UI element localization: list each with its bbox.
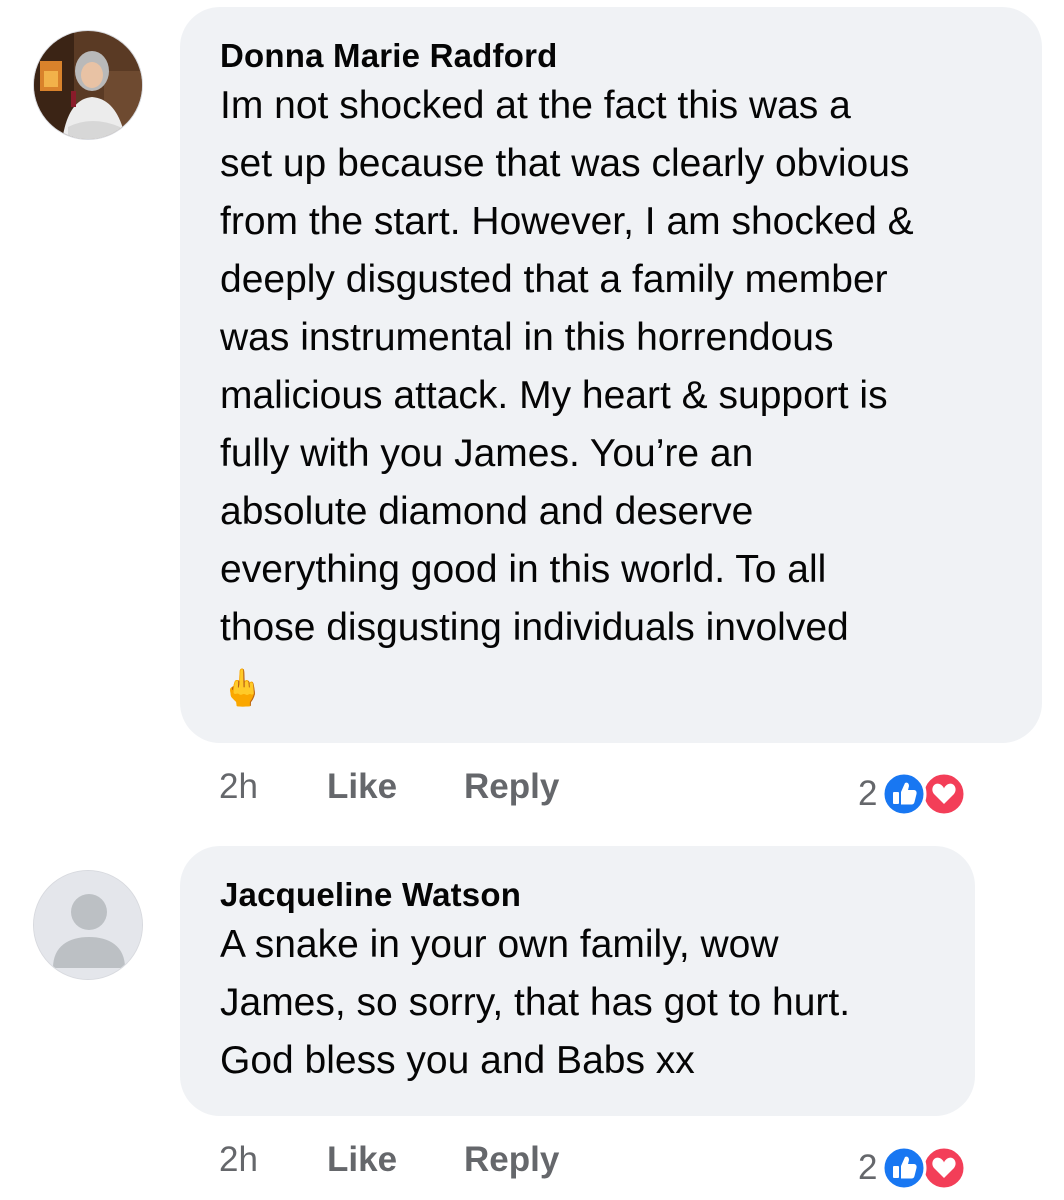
reaction-icons: [881, 1145, 973, 1191]
reaction-count: 2: [858, 774, 878, 813]
reaction-icons: [881, 771, 973, 817]
reactions-summary[interactable]: 2: [858, 769, 973, 819]
comment-text: A snake in your own family, wow James, s…: [220, 923, 851, 1082]
comment-timestamp[interactable]: 2h: [219, 767, 327, 807]
like-icon: [881, 1145, 927, 1191]
middle-finger-emoji: 🖕: [220, 667, 265, 708]
reply-button[interactable]: Reply: [464, 767, 559, 807]
profile-photo-icon: [34, 31, 142, 139]
love-icon: [921, 771, 967, 817]
comment-author[interactable]: Jacqueline Watson: [220, 876, 937, 914]
reply-button[interactable]: Reply: [464, 1140, 559, 1180]
default-avatar-icon: [34, 871, 142, 979]
comment-text: Im not shocked at the fact this was a se…: [220, 84, 914, 649]
avatar[interactable]: [33, 30, 143, 140]
reaction-count: 2: [858, 1148, 878, 1187]
love-icon: [921, 1145, 967, 1191]
reactions-summary[interactable]: 2: [858, 1143, 973, 1193]
comment-author[interactable]: Donna Marie Radford: [220, 37, 1004, 75]
comment-bubble: Jacqueline Watson A snake in your own fa…: [180, 846, 975, 1116]
comment-bubble: Donna Marie Radford Im not shocked at th…: [180, 7, 1042, 743]
avatar[interactable]: [33, 870, 143, 980]
like-button[interactable]: Like: [327, 1140, 464, 1180]
comment-actions: 2h Like Reply: [219, 1135, 559, 1185]
comment-actions: 2h Like Reply: [219, 762, 559, 812]
comment-timestamp[interactable]: 2h: [219, 1140, 327, 1180]
like-icon: [881, 771, 927, 817]
like-button[interactable]: Like: [327, 767, 464, 807]
